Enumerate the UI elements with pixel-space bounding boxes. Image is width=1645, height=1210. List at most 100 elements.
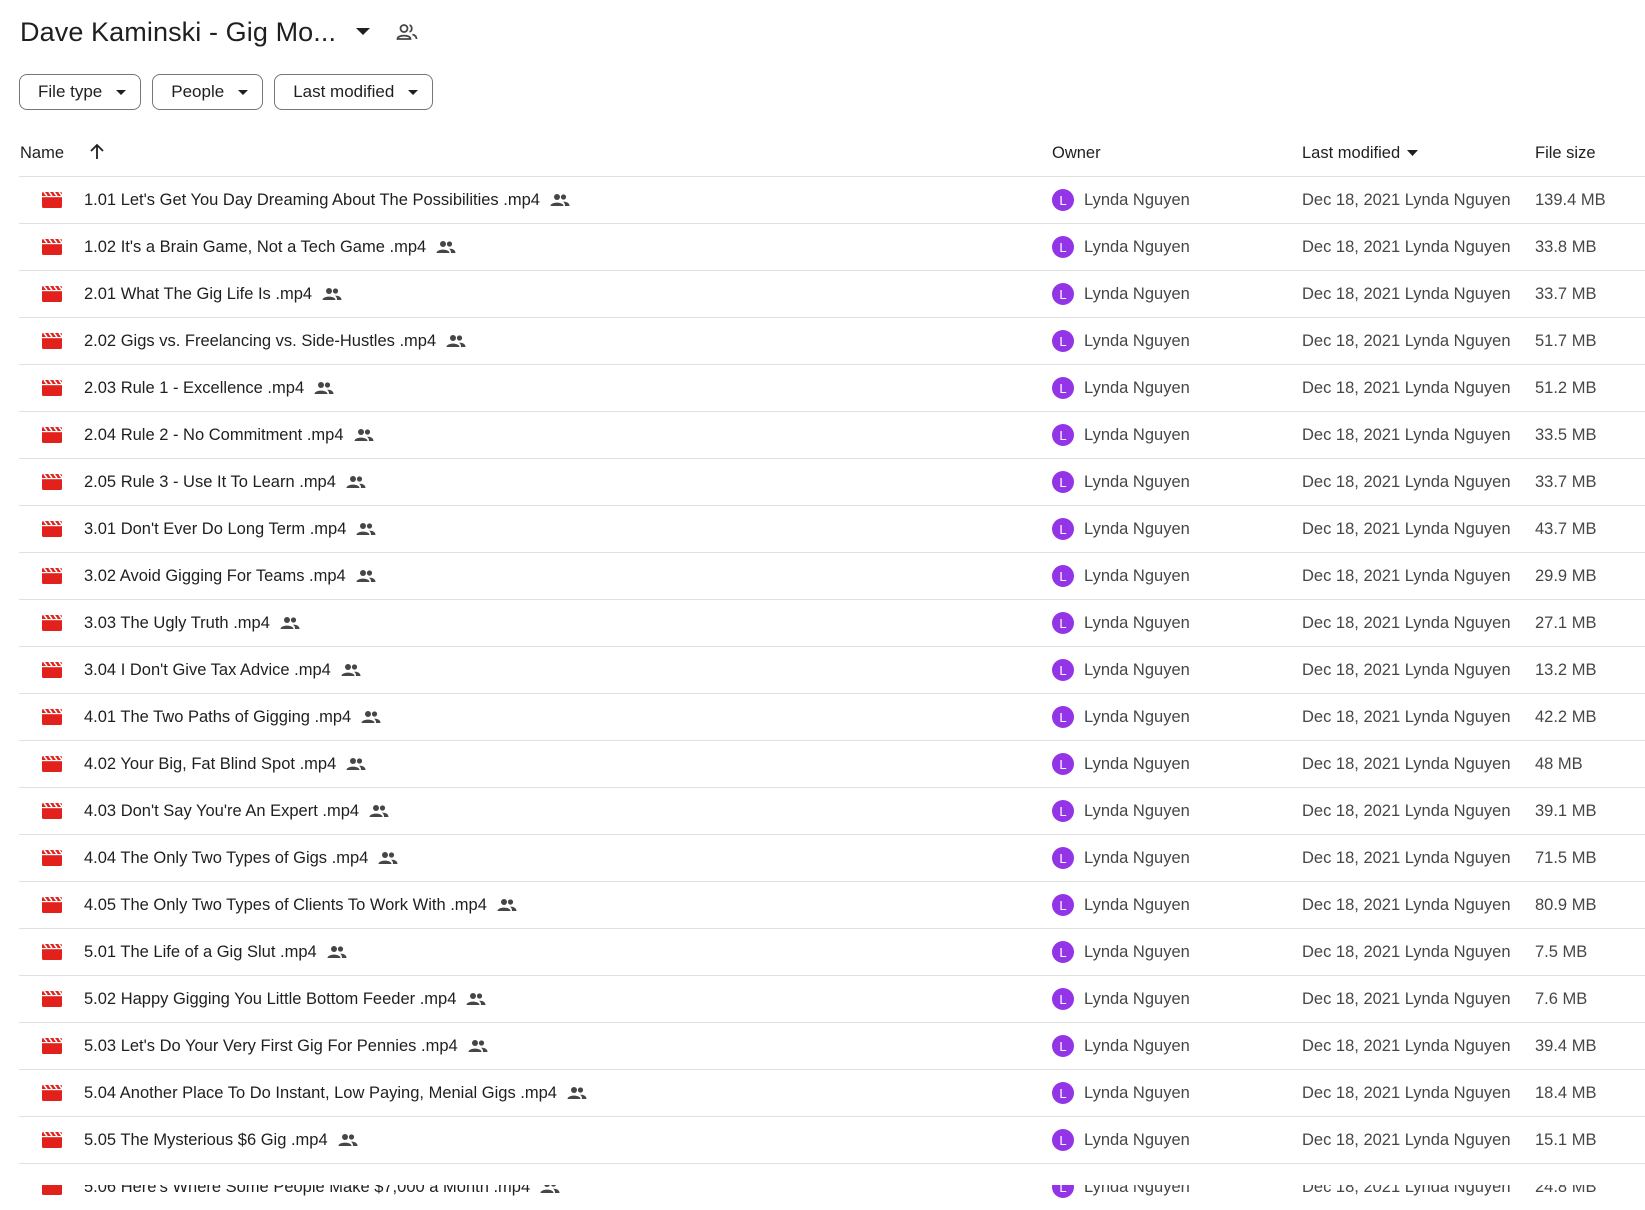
avatar[interactable]: L xyxy=(1052,565,1074,587)
avatar[interactable]: L xyxy=(1052,518,1074,540)
file-name-cell[interactable]: 3.04 I Don't Give Tax Advice .mp4 xyxy=(84,661,361,680)
table-row[interactable]: 1.01 Let's Get You Day Dreaming About Th… xyxy=(19,177,1645,224)
file-name-cell[interactable]: 5.04 Another Place To Do Instant, Low Pa… xyxy=(84,1084,587,1103)
avatar[interactable]: L xyxy=(1052,1129,1074,1151)
file-name-cell[interactable]: 5.03 Let's Do Your Very First Gig For Pe… xyxy=(84,1037,488,1056)
table-row[interactable]: 2.01 What The Gig Life Is .mp4 L Lynda Ngu… xyxy=(19,271,1645,318)
table-row[interactable]: 2.03 Rule 1 - Excellence .mp4 L Lynda Nguy… xyxy=(19,365,1645,412)
avatar[interactable]: L xyxy=(1052,612,1074,634)
file-name: 3.04 I Don't Give Tax Advice .mp4 xyxy=(84,660,331,679)
column-header-name[interactable]: Name xyxy=(20,144,64,163)
table-row[interactable]: 2.05 Rule 3 - Use It To Learn .mp4 L Lynda… xyxy=(19,459,1645,506)
viewport-bottom-edge xyxy=(0,1168,1645,1185)
shared-icon xyxy=(497,898,517,912)
last-modified-cell: Dec 18, 2021 Lynda Nguyen xyxy=(1302,707,1511,726)
avatar[interactable]: L xyxy=(1052,847,1074,869)
table-row[interactable]: 3.03 The Ugly Truth .mp4 L Lynda Nguyen Dec… xyxy=(19,600,1645,647)
avatar[interactable]: L xyxy=(1052,377,1074,399)
file-size-cell: 33.8 MB xyxy=(1535,237,1597,256)
file-name-cell[interactable]: 5.05 The Mysterious $6 Gig .mp4 xyxy=(84,1131,358,1150)
avatar[interactable]: L xyxy=(1052,236,1074,258)
table-row[interactable]: 5.02 Happy Gigging You Little Bottom Fee… xyxy=(19,976,1645,1023)
file-name-cell[interactable]: 4.04 The Only Two Types of Gigs .mp4 xyxy=(84,849,398,868)
avatar[interactable]: L xyxy=(1052,330,1074,352)
owner-cell: L Lynda Nguyen xyxy=(1052,1035,1190,1057)
table-row[interactable]: 1.02 It's a Brain Game, Not a Tech Game … xyxy=(19,224,1645,271)
table-row[interactable]: 5.03 Let's Do Your Very First Gig For Pe… xyxy=(19,1023,1645,1070)
owner-cell: L Lynda Nguyen xyxy=(1052,189,1190,211)
avatar[interactable]: L xyxy=(1052,706,1074,728)
shared-icon xyxy=(550,193,570,207)
sort-ascending-icon[interactable] xyxy=(89,143,105,166)
avatar[interactable]: L xyxy=(1052,753,1074,775)
table-row[interactable]: 4.01 The Two Paths of Gigging .mp4 L Lynda… xyxy=(19,694,1645,741)
avatar[interactable]: L xyxy=(1052,988,1074,1010)
avatar[interactable]: L xyxy=(1052,471,1074,493)
file-name-cell[interactable]: 1.01 Let's Get You Day Dreaming About Th… xyxy=(84,191,570,210)
avatar[interactable]: L xyxy=(1052,1035,1074,1057)
column-header-last-modified[interactable]: Last modified xyxy=(1302,143,1419,163)
table-row[interactable]: 5.04 Another Place To Do Instant, Low Pa… xyxy=(19,1070,1645,1117)
shared-icon xyxy=(356,522,376,536)
file-name-cell[interactable]: 2.01 What The Gig Life Is .mp4 xyxy=(84,285,342,304)
shared-people-icon[interactable] xyxy=(392,17,422,47)
avatar[interactable]: L xyxy=(1052,894,1074,916)
avatar[interactable]: L xyxy=(1052,283,1074,305)
table-row[interactable]: 4.05 The Only Two Types of Clients To Wo… xyxy=(19,882,1645,929)
table-row[interactable]: 5.05 The Mysterious $6 Gig .mp4 L Lynda Ng… xyxy=(19,1117,1645,1164)
file-size-cell: 39.4 MB xyxy=(1535,1036,1597,1055)
folder-header: Dave Kaminski - Gig Mo... xyxy=(20,10,422,54)
video-file-icon xyxy=(42,379,63,396)
file-name: 5.05 The Mysterious $6 Gig .mp4 xyxy=(84,1130,328,1149)
file-name-cell[interactable]: 3.03 The Ugly Truth .mp4 xyxy=(84,614,300,633)
last-modified-cell: Dec 18, 2021 Lynda Nguyen xyxy=(1302,895,1511,914)
filter-people[interactable]: People xyxy=(152,74,264,110)
table-row[interactable]: 3.01 Don't Ever Do Long Term .mp4 L Lynda … xyxy=(19,506,1645,553)
avatar[interactable]: L xyxy=(1052,941,1074,963)
file-name-cell[interactable]: 2.02 Gigs vs. Freelancing vs. Side-Hustl… xyxy=(84,332,466,351)
file-name-cell[interactable]: 4.03 Don't Say You're An Expert .mp4 xyxy=(84,802,389,821)
file-size-cell: 80.9 MB xyxy=(1535,895,1597,914)
file-name-cell[interactable]: 4.02 Your Big, Fat Blind Spot .mp4 xyxy=(84,755,366,774)
caret-down-icon[interactable] xyxy=(348,17,378,47)
column-header-last-modified-label: Last modified xyxy=(1302,143,1401,162)
folder-title[interactable]: Dave Kaminski - Gig Mo... xyxy=(20,17,336,48)
file-size-cell: 18.4 MB xyxy=(1535,1083,1597,1102)
last-modified-cell: Dec 18, 2021 Lynda Nguyen xyxy=(1302,331,1511,350)
avatar[interactable]: L xyxy=(1052,659,1074,681)
table-row[interactable]: 4.02 Your Big, Fat Blind Spot .mp4 L Lynda… xyxy=(19,741,1645,788)
owner-cell: L Lynda Nguyen xyxy=(1052,330,1190,352)
filter-last-modified[interactable]: Last modified xyxy=(274,74,434,110)
file-name-cell[interactable]: 2.03 Rule 1 - Excellence .mp4 xyxy=(84,379,334,398)
file-name-cell[interactable]: 4.05 The Only Two Types of Clients To Wo… xyxy=(84,896,517,915)
table-row[interactable]: 2.04 Rule 2 - No Commitment .mp4 L Lynda N… xyxy=(19,412,1645,459)
table-row[interactable]: 3.02 Avoid Gigging For Teams .mp4 L Lynda … xyxy=(19,553,1645,600)
file-size-cell: 27.1 MB xyxy=(1535,613,1597,632)
avatar[interactable]: L xyxy=(1052,800,1074,822)
table-row[interactable]: 4.03 Don't Say You're An Expert .mp4 L Lyn… xyxy=(19,788,1645,835)
column-header-owner[interactable]: Owner xyxy=(1052,144,1101,163)
file-name-cell[interactable]: 3.01 Don't Ever Do Long Term .mp4 xyxy=(84,520,376,539)
shared-icon xyxy=(468,1039,488,1053)
file-name-cell[interactable]: 3.02 Avoid Gigging For Teams .mp4 xyxy=(84,567,376,586)
shared-icon xyxy=(346,475,366,489)
filter-label: Last modified xyxy=(293,82,395,101)
table-row[interactable]: 5.01 The Life of a Gig Slut .mp4 L Lynda N… xyxy=(19,929,1645,976)
owner-cell: L Lynda Nguyen xyxy=(1052,565,1190,587)
table-row[interactable]: 4.04 The Only Two Types of Gigs .mp4 L Lyn… xyxy=(19,835,1645,882)
table-row[interactable]: 3.04 I Don't Give Tax Advice .mp4 L Lynda … xyxy=(19,647,1645,694)
avatar[interactable]: L xyxy=(1052,1082,1074,1104)
shared-icon xyxy=(361,710,381,724)
file-name-cell[interactable]: 2.04 Rule 2 - No Commitment .mp4 xyxy=(84,426,374,445)
file-name-cell[interactable]: 5.02 Happy Gigging You Little Bottom Fee… xyxy=(84,990,486,1009)
file-name-cell[interactable]: 2.05 Rule 3 - Use It To Learn .mp4 xyxy=(84,473,366,492)
column-header-file-size[interactable]: File size xyxy=(1535,144,1596,163)
file-name-cell[interactable]: 5.01 The Life of a Gig Slut .mp4 xyxy=(84,943,347,962)
avatar[interactable]: L xyxy=(1052,424,1074,446)
filter-file-type[interactable]: File type xyxy=(19,74,142,110)
file-name-cell[interactable]: 1.02 It's a Brain Game, Not a Tech Game … xyxy=(84,238,456,257)
avatar[interactable]: L xyxy=(1052,189,1074,211)
owner-cell: L Lynda Nguyen xyxy=(1052,424,1190,446)
file-name-cell[interactable]: 4.01 The Two Paths of Gigging .mp4 xyxy=(84,708,381,727)
table-row[interactable]: 2.02 Gigs vs. Freelancing vs. Side-Hustl… xyxy=(19,318,1645,365)
